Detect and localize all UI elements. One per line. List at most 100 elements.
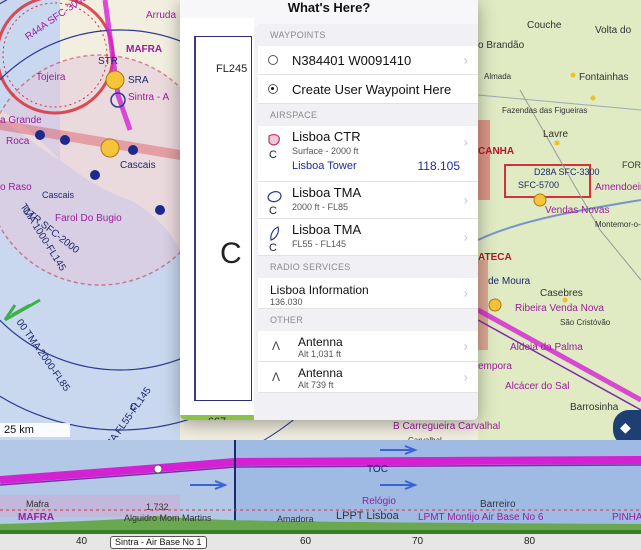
map-label-rvenda: Ribeira Venda Nova [515, 303, 604, 314]
antenna-name: Antenna [298, 366, 343, 380]
airspace-name: Lisboa TMA [292, 222, 362, 237]
map-label-carregueira: B Carregueira Carvalhal [393, 421, 501, 432]
strip-class: C [220, 237, 242, 270]
map-label-cristovao: São Cristóvão [560, 318, 611, 327]
airspace-frequency-line[interactable]: Lisboa Tower 118.105 [292, 156, 478, 173]
strip-altitude: FL245 [216, 63, 248, 75]
svg-text:C: C [269, 242, 277, 254]
airspace-header: AIRSPACE [270, 110, 318, 120]
airspace-limits: 2000 ft - FL85 [292, 202, 349, 212]
map-label-amendoeira: Amendoeira [595, 182, 641, 193]
map-label-grande: a Grande [0, 115, 42, 126]
map-label-alcacer: Alcácer do Sal [505, 381, 570, 392]
chevron-right-icon: › [463, 192, 468, 208]
antenna-name: Antenna [298, 335, 343, 349]
profile-label-relogio: Relógio [362, 496, 396, 507]
popup-list: WAYPOINTS N384401 W0091410 › Create User… [258, 24, 478, 420]
map-label-mafra: MAFRA [126, 44, 163, 55]
chevron-right-icon: › [463, 285, 468, 301]
antenna-altitude: Alt 739 ft [298, 380, 334, 390]
map-label-lavre: Lavre [543, 129, 569, 140]
waypoint-coordinate-row[interactable]: N384401 W0091410 › [258, 46, 478, 75]
map-label-sfc5700: SFC-5700 [518, 180, 560, 190]
map-label-bugio: Farol Do Bugio [55, 213, 122, 224]
map-label-couche: Couche [527, 20, 562, 31]
map-label-raso: o Raso [0, 182, 32, 193]
map-label-vendas: Vendas Novas [545, 205, 610, 216]
airspace-name: Lisboa CTR [292, 129, 361, 144]
station-frequency: 118.105 [417, 159, 461, 173]
layers-icon: ◆ [620, 419, 631, 435]
tick-label: 80 [524, 536, 536, 547]
chevron-right-icon: › [463, 134, 468, 150]
waypoint-label: N384401 W0091410 [292, 53, 412, 68]
profile-label-mafra: MAFRA [18, 512, 55, 523]
profile-label-lppt: LPPT Lisboa [336, 510, 399, 522]
airspace-row-ctr[interactable]: C Lisboa CTR Surface - 2000 ft Lisboa To… [258, 126, 478, 182]
map-label-barrosinha: Barrosinha [570, 402, 619, 413]
antenna-icon: Λ [272, 370, 281, 384]
tick-label: 40 [76, 536, 88, 547]
radio-service-row[interactable]: Lisboa Information 136.030 › [258, 278, 478, 309]
airspace-strip: FL245 C 667 [180, 18, 254, 420]
chevron-right-icon: › [463, 338, 468, 354]
ctr-icon: C [268, 134, 280, 161]
map-label-brandao: o Brandão [478, 40, 525, 51]
antenna-row[interactable]: Λ Antenna Alt 739 ft › [258, 362, 478, 393]
profile-distance-axis: 40 50 60 70 80 [0, 534, 641, 550]
antenna-altitude: Alt 1,031 ft [298, 349, 342, 359]
tick-label: 60 [300, 536, 312, 547]
antenna-icon: Λ [272, 339, 281, 353]
map-label-empo: empora [478, 361, 512, 372]
airspace-row-tma2[interactable]: C Lisboa TMA FL55 - FL145 › [258, 219, 478, 256]
profile-label-elevation: 1,732 [146, 502, 169, 512]
map-label-for: FOR [622, 160, 641, 170]
profile-label-barreiro: Barreiro [480, 499, 516, 510]
map-scale: 25 km [0, 423, 70, 437]
airspace-limits: Surface - 2000 ft [292, 146, 359, 156]
profile-label-toc: TOC [367, 464, 388, 475]
map-label-palma: Aldeia da Palma [510, 342, 583, 353]
waypoint-icon [268, 55, 278, 65]
create-user-waypoint-row[interactable]: Create User Waypoint Here [258, 75, 478, 104]
map-label-tma4: C [130, 402, 138, 413]
chevron-right-icon: › [463, 229, 468, 245]
airspace-row-tma1[interactable]: C Lisboa TMA 2000 ft - FL85 › [258, 182, 478, 219]
map-label-sra: SRA [128, 75, 149, 86]
map-label-fontainhas: Fontainhas [579, 72, 629, 83]
profile-label-amadora: Amadora [277, 514, 314, 524]
map-label-cascais: Cascais [120, 160, 156, 171]
map-label-figueiras: Fazendas das Figueiras [502, 106, 588, 115]
antenna-row[interactable]: Λ Antenna Alt 1,031 ft › [258, 331, 478, 362]
whats-here-popup: What's Here? FL245 C 667 WAYPOINTS N3844… [180, 0, 478, 420]
create-waypoint-label: Create User Waypoint Here [292, 82, 452, 97]
other-header: OTHER [270, 315, 303, 325]
chevron-right-icon: › [463, 52, 468, 68]
map-label-str: STR [98, 56, 118, 67]
profile-label-alguidro: Alguidro Mom Martins [124, 513, 212, 523]
tma-icon: C [267, 191, 282, 217]
airspace-name: Lisboa TMA [292, 185, 362, 200]
chevron-right-icon: › [463, 369, 468, 385]
profile-label-lpmt: LPMT Montijo Air Base No 6 [418, 512, 544, 523]
route-segment-label[interactable]: Sintra - Air Base No 1 [110, 536, 207, 549]
profile-label-mafra-town: Mafra [26, 499, 50, 509]
map-label-moura: de Moura [488, 276, 531, 287]
waypoints-header: WAYPOINTS [270, 30, 326, 40]
map-label-canha: CANHA [478, 146, 515, 157]
user-waypoint-icon [268, 84, 278, 94]
map-label-montemor: Montemor-o-N [595, 220, 641, 229]
map-label-casebres: Casebres [540, 288, 583, 299]
strip-ground: 667 [180, 415, 254, 420]
radio-service-frequency: 136.030 [270, 297, 303, 307]
map-label-volta: Volta do [595, 25, 632, 36]
map-label-d28: D28A SFC-3300 [534, 167, 600, 177]
map-label-sintra: Sintra - A [128, 92, 170, 103]
map-label-roca: Roca [6, 136, 30, 147]
radio-service-name: Lisboa Information [270, 283, 369, 297]
station-name: Lisboa Tower [292, 160, 357, 172]
svg-text:C: C [269, 149, 277, 161]
svg-text:C: C [269, 205, 277, 217]
radio-services-header: RADIO SERVICES [270, 262, 351, 272]
map-label-almada: Almada [484, 72, 512, 81]
